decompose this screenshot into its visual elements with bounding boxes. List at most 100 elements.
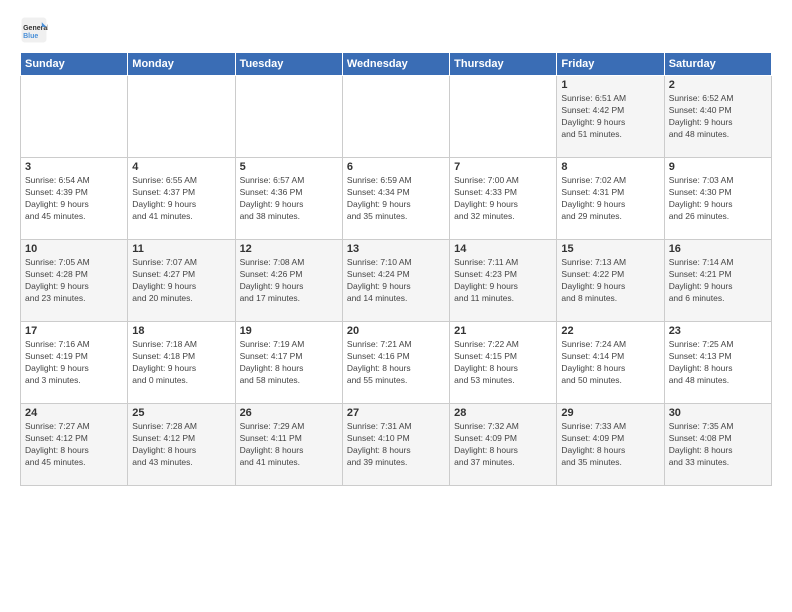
day-number: 20: [347, 325, 445, 337]
day-info: Sunrise: 6:59 AM Sunset: 4:34 PM Dayligh…: [347, 175, 445, 223]
day-info: Sunrise: 7:08 AM Sunset: 4:26 PM Dayligh…: [240, 257, 338, 305]
logo-icon: General Blue: [20, 16, 48, 44]
day-number: 1: [561, 79, 659, 91]
day-info: Sunrise: 7:03 AM Sunset: 4:30 PM Dayligh…: [669, 175, 767, 223]
day-info: Sunrise: 7:02 AM Sunset: 4:31 PM Dayligh…: [561, 175, 659, 223]
day-number: 9: [669, 161, 767, 173]
calendar-cell: 19 Sunrise: 7:19 AM Sunset: 4:17 PM Dayli…: [235, 322, 342, 404]
day-number: 29: [561, 407, 659, 419]
calendar-cell: 16 Sunrise: 7:14 AM Sunset: 4:21 PM Dayli…: [664, 240, 771, 322]
day-number: 4: [132, 161, 230, 173]
calendar-table: SundayMondayTuesdayWednesdayThursdayFrid…: [20, 52, 772, 486]
day-number: 16: [669, 243, 767, 255]
calendar-cell: 21 Sunrise: 7:22 AM Sunset: 4:15 PM Dayli…: [450, 322, 557, 404]
calendar-cell: 17 Sunrise: 7:16 AM Sunset: 4:19 PM Dayli…: [21, 322, 128, 404]
day-info: Sunrise: 7:22 AM Sunset: 4:15 PM Dayligh…: [454, 339, 552, 387]
day-info: Sunrise: 7:07 AM Sunset: 4:27 PM Dayligh…: [132, 257, 230, 305]
calendar-cell: 24 Sunrise: 7:27 AM Sunset: 4:12 PM Dayli…: [21, 404, 128, 486]
calendar-cell: 12 Sunrise: 7:08 AM Sunset: 4:26 PM Dayli…: [235, 240, 342, 322]
day-number: 17: [25, 325, 123, 337]
day-info: Sunrise: 6:55 AM Sunset: 4:37 PM Dayligh…: [132, 175, 230, 223]
calendar-week-1: 1 Sunrise: 6:51 AM Sunset: 4:42 PM Daylig…: [21, 76, 772, 158]
calendar-cell: [342, 76, 449, 158]
day-header-tuesday: Tuesday: [235, 53, 342, 76]
day-info: Sunrise: 7:19 AM Sunset: 4:17 PM Dayligh…: [240, 339, 338, 387]
day-header-friday: Friday: [557, 53, 664, 76]
day-info: Sunrise: 7:14 AM Sunset: 4:21 PM Dayligh…: [669, 257, 767, 305]
day-info: Sunrise: 7:10 AM Sunset: 4:24 PM Dayligh…: [347, 257, 445, 305]
day-number: 15: [561, 243, 659, 255]
day-number: 18: [132, 325, 230, 337]
day-number: 12: [240, 243, 338, 255]
day-info: Sunrise: 7:32 AM Sunset: 4:09 PM Dayligh…: [454, 421, 552, 469]
day-info: Sunrise: 7:16 AM Sunset: 4:19 PM Dayligh…: [25, 339, 123, 387]
day-number: 25: [132, 407, 230, 419]
page: General Blue SundayMondayTuesdayWednesda…: [0, 0, 792, 612]
calendar-cell: 6Sunrise: 6:59 AM Sunset: 4:34 PM Daylig…: [342, 158, 449, 240]
day-number: 11: [132, 243, 230, 255]
day-info: Sunrise: 7:33 AM Sunset: 4:09 PM Dayligh…: [561, 421, 659, 469]
day-number: 27: [347, 407, 445, 419]
day-number: 30: [669, 407, 767, 419]
svg-text:Blue: Blue: [23, 33, 38, 40]
day-info: Sunrise: 7:35 AM Sunset: 4:08 PM Dayligh…: [669, 421, 767, 469]
day-number: 24: [25, 407, 123, 419]
calendar-cell: [128, 76, 235, 158]
header: General Blue: [20, 16, 772, 44]
calendar-cell: 30 Sunrise: 7:35 AM Sunset: 4:08 PM Dayli…: [664, 404, 771, 486]
day-info: Sunrise: 7:05 AM Sunset: 4:28 PM Dayligh…: [25, 257, 123, 305]
day-info: Sunrise: 7:11 AM Sunset: 4:23 PM Dayligh…: [454, 257, 552, 305]
calendar-cell: 9 Sunrise: 7:03 AM Sunset: 4:30 PM Daylig…: [664, 158, 771, 240]
calendar-week-4: 17 Sunrise: 7:16 AM Sunset: 4:19 PM Dayli…: [21, 322, 772, 404]
day-info: Sunrise: 6:52 AM Sunset: 4:40 PM Dayligh…: [669, 93, 767, 141]
calendar-body: 1 Sunrise: 6:51 AM Sunset: 4:42 PM Daylig…: [21, 76, 772, 486]
day-header-sunday: Sunday: [21, 53, 128, 76]
day-header-monday: Monday: [128, 53, 235, 76]
day-header-thursday: Thursday: [450, 53, 557, 76]
day-info: Sunrise: 7:24 AM Sunset: 4:14 PM Dayligh…: [561, 339, 659, 387]
day-number: 22: [561, 325, 659, 337]
day-number: 21: [454, 325, 552, 337]
day-info: Sunrise: 7:18 AM Sunset: 4:18 PM Dayligh…: [132, 339, 230, 387]
day-number: 7: [454, 161, 552, 173]
day-info: Sunrise: 7:21 AM Sunset: 4:16 PM Dayligh…: [347, 339, 445, 387]
calendar-cell: 7 Sunrise: 7:00 AM Sunset: 4:33 PM Daylig…: [450, 158, 557, 240]
logo: General Blue: [20, 16, 52, 44]
calendar-header-row: SundayMondayTuesdayWednesdayThursdayFrid…: [21, 53, 772, 76]
day-info: Sunrise: 7:25 AM Sunset: 4:13 PM Dayligh…: [669, 339, 767, 387]
day-info: Sunrise: 7:27 AM Sunset: 4:12 PM Dayligh…: [25, 421, 123, 469]
day-info: Sunrise: 6:51 AM Sunset: 4:42 PM Dayligh…: [561, 93, 659, 141]
calendar-cell: 28Sunrise: 7:32 AM Sunset: 4:09 PM Dayli…: [450, 404, 557, 486]
day-info: Sunrise: 6:57 AM Sunset: 4:36 PM Dayligh…: [240, 175, 338, 223]
calendar-week-5: 24 Sunrise: 7:27 AM Sunset: 4:12 PM Dayli…: [21, 404, 772, 486]
calendar-week-2: 3 Sunrise: 6:54 AM Sunset: 4:39 PM Daylig…: [21, 158, 772, 240]
calendar-cell: 26 Sunrise: 7:29 AM Sunset: 4:11 PM Dayli…: [235, 404, 342, 486]
calendar-cell: 22 Sunrise: 7:24 AM Sunset: 4:14 PM Dayli…: [557, 322, 664, 404]
day-info: Sunrise: 6:54 AM Sunset: 4:39 PM Dayligh…: [25, 175, 123, 223]
calendar-cell: 15Sunrise: 7:13 AM Sunset: 4:22 PM Dayli…: [557, 240, 664, 322]
calendar-cell: 4 Sunrise: 6:55 AM Sunset: 4:37 PM Daylig…: [128, 158, 235, 240]
day-header-saturday: Saturday: [664, 53, 771, 76]
calendar-cell: 18 Sunrise: 7:18 AM Sunset: 4:18 PM Dayli…: [128, 322, 235, 404]
day-number: 19: [240, 325, 338, 337]
day-info: Sunrise: 7:00 AM Sunset: 4:33 PM Dayligh…: [454, 175, 552, 223]
day-number: 8: [561, 161, 659, 173]
day-number: 14: [454, 243, 552, 255]
calendar-cell: 29 Sunrise: 7:33 AM Sunset: 4:09 PM Dayli…: [557, 404, 664, 486]
calendar-cell: 8 Sunrise: 7:02 AM Sunset: 4:31 PM Daylig…: [557, 158, 664, 240]
calendar-cell: 11 Sunrise: 7:07 AM Sunset: 4:27 PM Dayli…: [128, 240, 235, 322]
day-info: Sunrise: 7:28 AM Sunset: 4:12 PM Dayligh…: [132, 421, 230, 469]
calendar-cell: 20 Sunrise: 7:21 AM Sunset: 4:16 PM Dayli…: [342, 322, 449, 404]
day-number: 10: [25, 243, 123, 255]
day-number: 3: [25, 161, 123, 173]
calendar-cell: [21, 76, 128, 158]
day-info: Sunrise: 7:29 AM Sunset: 4:11 PM Dayligh…: [240, 421, 338, 469]
day-info: Sunrise: 7:31 AM Sunset: 4:10 PM Dayligh…: [347, 421, 445, 469]
day-number: 23: [669, 325, 767, 337]
day-number: 26: [240, 407, 338, 419]
day-header-wednesday: Wednesday: [342, 53, 449, 76]
calendar-cell: 1 Sunrise: 6:51 AM Sunset: 4:42 PM Daylig…: [557, 76, 664, 158]
day-number: 2: [669, 79, 767, 91]
calendar-cell: 5Sunrise: 6:57 AM Sunset: 4:36 PM Daylig…: [235, 158, 342, 240]
calendar-cell: 23 Sunrise: 7:25 AM Sunset: 4:13 PM Dayli…: [664, 322, 771, 404]
